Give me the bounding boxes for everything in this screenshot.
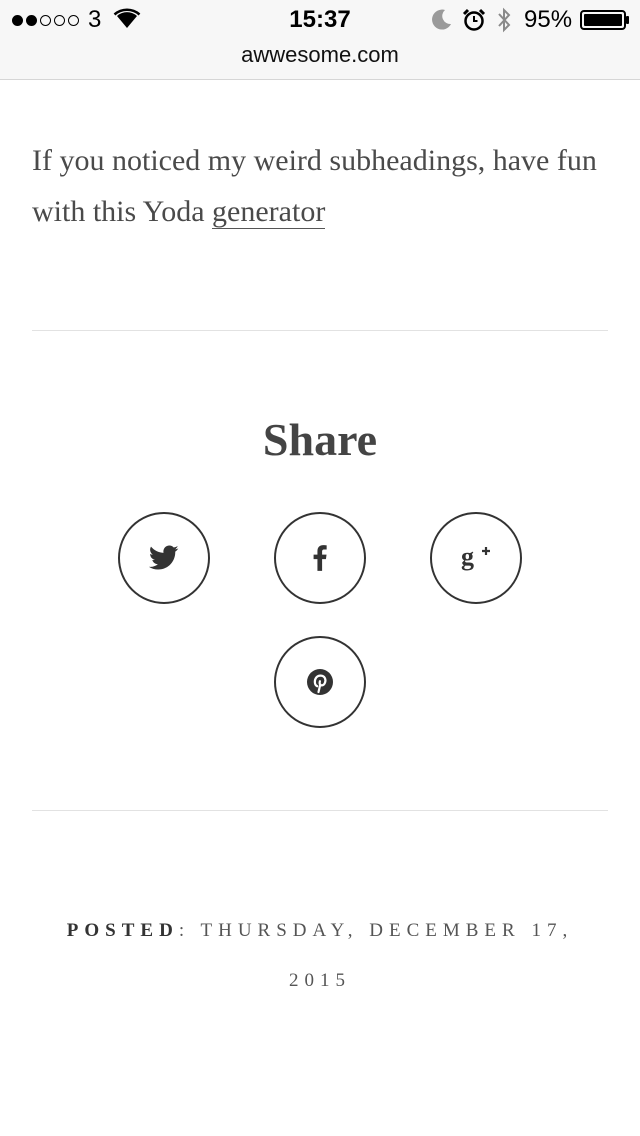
google-plus-icon: g bbox=[461, 543, 490, 571]
posted-date-line: POSTED: THURSDAY, DECEMBER 17, 2015 bbox=[32, 906, 608, 1006]
yoda-generator-link[interactable]: generator bbox=[212, 195, 326, 229]
posted-separator: : bbox=[178, 920, 201, 941]
address-bar-url[interactable]: awwesome.com bbox=[0, 42, 640, 68]
bluetooth-icon bbox=[498, 7, 511, 33]
svg-text:g: g bbox=[461, 543, 474, 571]
divider-top bbox=[32, 330, 608, 331]
article-paragraph: If you noticed my weird subheadings, hav… bbox=[32, 135, 608, 237]
battery-percentage: 95% bbox=[524, 6, 573, 33]
share-facebook-button[interactable] bbox=[274, 512, 366, 604]
share-heading: Share bbox=[262, 414, 378, 465]
battery-icon bbox=[580, 10, 629, 30]
share-google-plus-button[interactable]: g bbox=[430, 512, 522, 604]
status-bar: 3 15:37 95% bbox=[0, 0, 640, 40]
share-pinterest-button[interactable] bbox=[274, 636, 366, 728]
posted-label: POSTED bbox=[66, 920, 179, 941]
facebook-icon bbox=[313, 545, 327, 571]
divider-bottom bbox=[32, 810, 608, 811]
do-not-disturb-moon-icon bbox=[432, 9, 451, 30]
browser-chrome: 3 15:37 95% awwesome.com bbox=[0, 0, 640, 80]
share-twitter-button[interactable] bbox=[118, 512, 210, 604]
alarm-clock-icon bbox=[462, 8, 486, 31]
pinterest-icon bbox=[307, 669, 333, 695]
posted-date: THURSDAY, DECEMBER 17, 2015 bbox=[200, 920, 574, 991]
twitter-icon bbox=[149, 545, 179, 570]
